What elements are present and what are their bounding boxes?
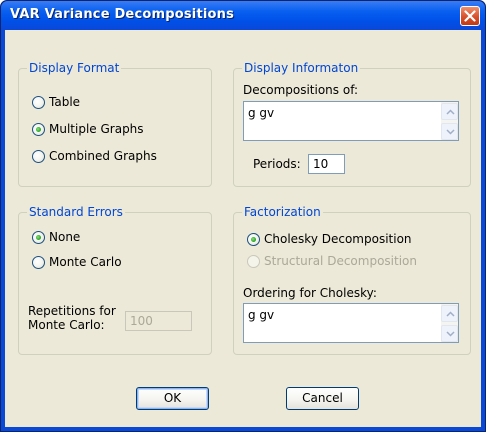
chevron-down-icon [446, 129, 455, 135]
radio-monte-carlo-label: Monte Carlo [49, 255, 122, 269]
ordering-value: g gv [248, 308, 275, 322]
close-icon [464, 10, 476, 22]
ordering-label: Ordering for Cholesky: [243, 286, 377, 300]
factorization-legend: Factorization [242, 205, 323, 219]
scroll-up-button[interactable] [441, 103, 458, 120]
display-information-group: Display Informaton Decompositions of: g … [233, 61, 471, 187]
repetitions-label-line1: Repetitions for [28, 304, 116, 318]
radio-none[interactable]: None [32, 229, 80, 245]
chevron-up-icon [446, 109, 455, 115]
display-format-legend: Display Format [27, 61, 122, 75]
selected-dot [36, 234, 41, 240]
display-format-group: Display Format Table Multiple Graphs Com… [18, 61, 212, 187]
periods-input[interactable]: 10 [308, 154, 345, 174]
title-bar[interactable]: VAR Variance Decompositions [1, 1, 485, 30]
radio-structural-label: Structural Decomposition [264, 254, 417, 268]
radio-combined-graphs-label: Combined Graphs [49, 149, 157, 163]
radio-monte-carlo[interactable]: Monte Carlo [32, 254, 122, 270]
radio-cholesky-circle [247, 232, 260, 246]
dialog-body: Display Format Table Multiple Graphs Com… [5, 30, 481, 427]
radio-multiple-graphs-label: Multiple Graphs [49, 122, 144, 136]
selected-dot [251, 236, 256, 242]
chevron-down-icon [446, 331, 455, 337]
radio-table[interactable]: Table [32, 94, 80, 110]
close-button[interactable] [460, 6, 480, 26]
ordering-scrollbar[interactable] [441, 304, 458, 342]
factorization-group: Factorization Cholesky Decomposition Str… [233, 205, 471, 355]
decompositions-value: g gv [248, 106, 275, 120]
ok-button[interactable]: OK [136, 387, 209, 410]
radio-table-label: Table [49, 95, 81, 109]
radio-cholesky-label: Cholesky Decomposition [264, 232, 412, 246]
scroll-up-button[interactable] [441, 305, 458, 322]
radio-combined-graphs[interactable]: Combined Graphs [32, 148, 157, 164]
radio-combined-graphs-circle [32, 149, 45, 163]
radio-none-label: None [49, 230, 81, 244]
scroll-down-button[interactable] [441, 123, 458, 140]
decompositions-scrollbar[interactable] [441, 102, 458, 140]
radio-cholesky[interactable]: Cholesky Decomposition [247, 231, 412, 247]
repetitions-label-line2: Monte Carlo: [28, 318, 105, 332]
selected-dot [36, 126, 41, 132]
cancel-button[interactable]: Cancel [286, 387, 359, 410]
window-title: VAR Variance Decompositions [10, 7, 235, 22]
display-information-legend: Display Informaton [242, 61, 361, 75]
standard-errors-group: Standard Errors None Monte Carlo Repetit… [18, 205, 212, 355]
radio-structural: Structural Decomposition [247, 253, 417, 269]
radio-structural-circle [247, 254, 260, 268]
decompositions-label: Decompositions of: [243, 83, 359, 97]
radio-multiple-graphs[interactable]: Multiple Graphs [32, 121, 144, 137]
radio-monte-carlo-circle [32, 255, 45, 269]
radio-multiple-graphs-circle [32, 122, 45, 136]
dialog-window: VAR Variance Decompositions Display Form… [0, 0, 486, 432]
periods-label: Periods: [253, 157, 301, 171]
chevron-up-icon [446, 311, 455, 317]
repetitions-input[interactable]: 100 [125, 311, 192, 331]
scroll-down-button[interactable] [441, 325, 458, 342]
radio-table-circle [32, 95, 45, 109]
ordering-textarea[interactable]: g gv [243, 303, 459, 343]
radio-none-circle [32, 230, 45, 244]
standard-errors-legend: Standard Errors [27, 205, 125, 219]
decompositions-textarea[interactable]: g gv [243, 101, 459, 141]
